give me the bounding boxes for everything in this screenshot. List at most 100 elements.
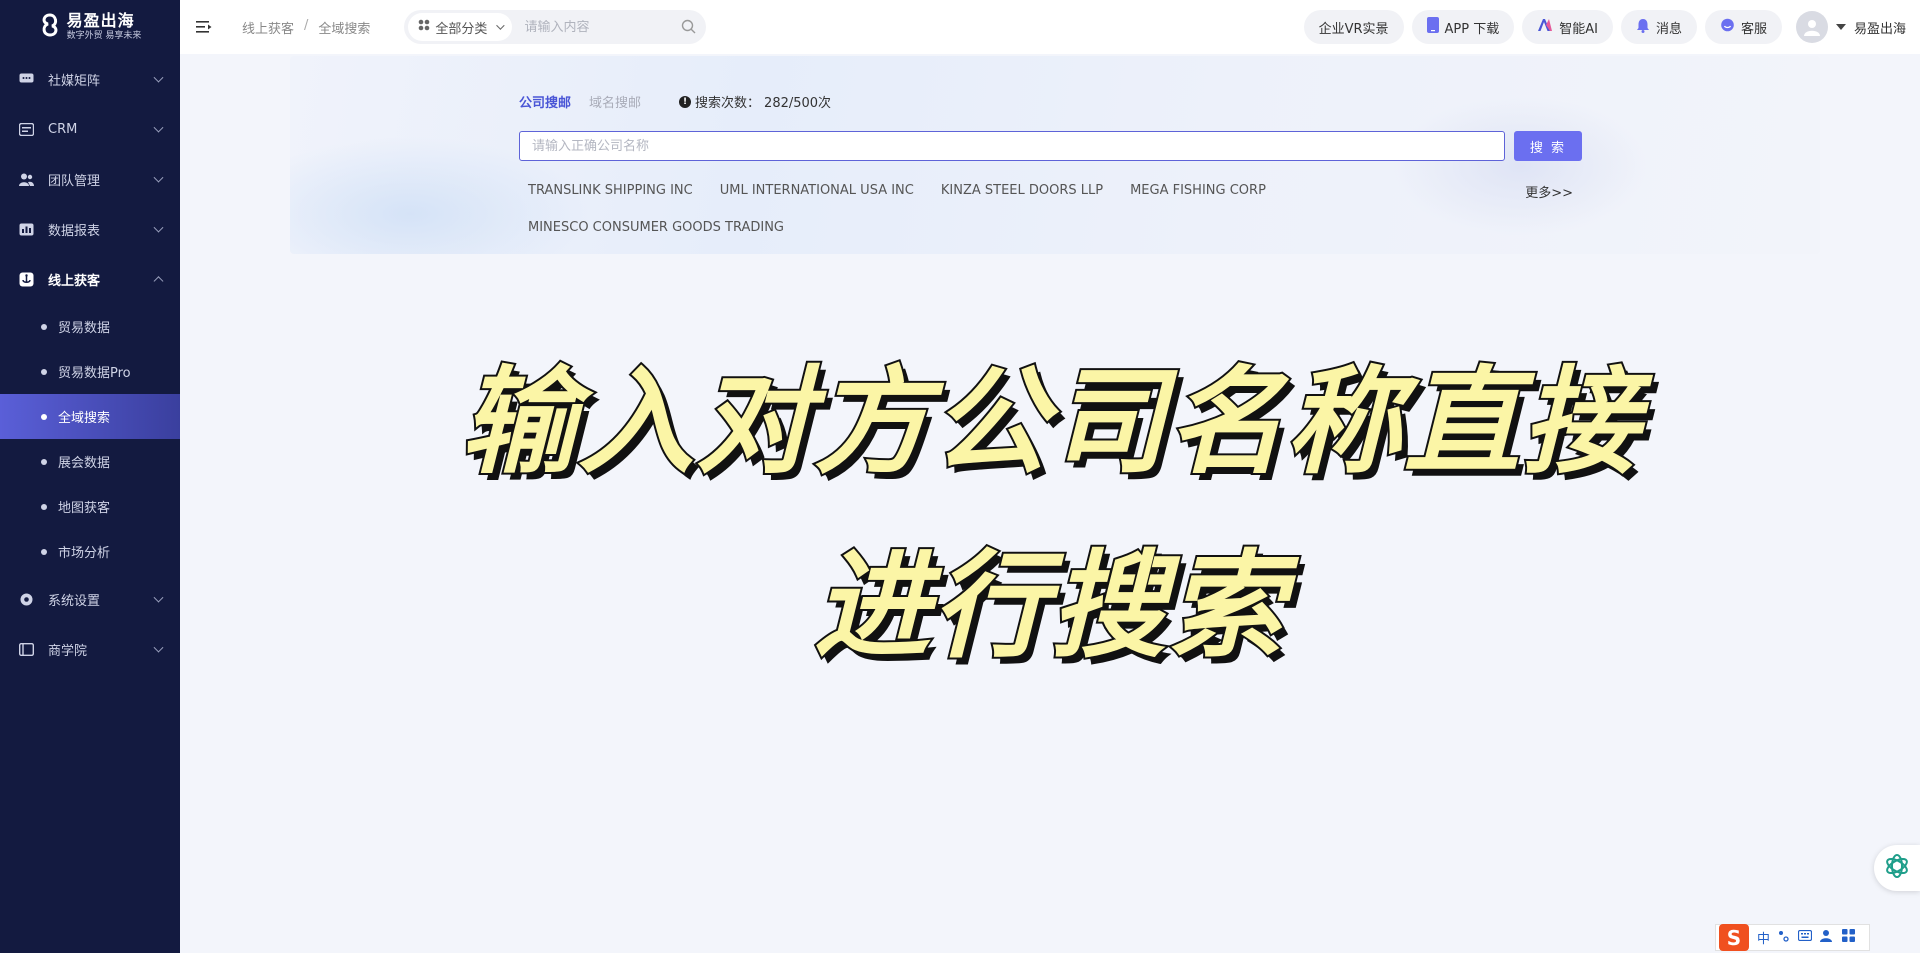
bell-icon xyxy=(1636,18,1650,37)
top-header: 线上获客 / 全域搜索 全部分类 企业VR实景 APP 下载 xyxy=(180,0,1920,54)
sidebar-item-reports[interactable]: 数据报表 xyxy=(0,204,180,254)
phone-icon xyxy=(1426,17,1439,37)
messages-button[interactable]: 消息 xyxy=(1620,10,1697,44)
sidebar-item-crm[interactable]: CRM xyxy=(0,104,180,154)
suggestion-item[interactable]: MEGA FISHING CORP xyxy=(1121,183,1275,198)
header-search-input[interactable] xyxy=(524,19,675,35)
sidebar-item-label: 商学院 xyxy=(48,643,88,659)
sidebar-subitem-label: 展会数据 xyxy=(58,456,111,471)
chevron-down-icon xyxy=(153,172,164,183)
sidebar-item-label: CRM xyxy=(48,121,78,137)
search-icon[interactable] xyxy=(681,19,696,38)
vr-button-label: 企业VR实景 xyxy=(1318,21,1389,37)
category-select[interactable]: 全部分类 xyxy=(408,13,513,41)
more-suggestions-link[interactable]: 更多>> xyxy=(1525,182,1573,201)
search-button[interactable]: 搜 索 xyxy=(1514,131,1582,161)
info-icon: ! xyxy=(679,95,692,108)
sidebar-item-label: 团队管理 xyxy=(48,173,101,189)
sidebar-item-label: 数据报表 xyxy=(48,223,101,239)
sidebar-item-label: 系统设置 xyxy=(48,593,101,609)
ai-button-label: 智能AI xyxy=(1559,21,1598,37)
ai-logo-icon xyxy=(1537,18,1553,36)
chevron-up-icon xyxy=(153,276,164,287)
sidebar-item-label: 社媒矩阵 xyxy=(48,73,101,89)
ai-assistant-float-button[interactable] xyxy=(1874,845,1920,891)
sidebar-item-academy[interactable]: 商学院 xyxy=(0,624,180,674)
sidebar-subitem-label: 全域搜索 xyxy=(58,411,111,426)
caption-line-2: 进行搜索 xyxy=(812,537,1286,676)
quota-label: 搜索次数： xyxy=(695,96,761,111)
suggestion-item[interactable]: UML INTERNATIONAL USA INC xyxy=(711,183,923,198)
sidebar-subitem-label: 地图获客 xyxy=(58,501,111,516)
chevron-down-icon xyxy=(153,592,164,603)
sidebar-item-settings[interactable]: 系统设置 xyxy=(0,574,180,624)
book-icon xyxy=(18,642,34,656)
breadcrumb-separator: / xyxy=(304,17,309,33)
bullet-icon xyxy=(41,503,47,510)
username: 易盈出海 xyxy=(1853,21,1906,37)
anchor-icon xyxy=(18,272,34,286)
sidebar-subitem-map-leads[interactable]: 地图获客 xyxy=(0,484,180,529)
sidebar-subitem-label: 市场分析 xyxy=(58,546,111,561)
user-profile-icon[interactable] xyxy=(1820,929,1834,946)
customer-service-button[interactable]: 客服 xyxy=(1704,10,1782,44)
sidebar-subitem-label: 贸易数据 xyxy=(58,321,111,336)
search-mode-tabs: 公司搜邮 域名搜邮 ! 搜索次数： 282/500次 xyxy=(519,92,831,111)
suggestion-list: TRANSLINK SHIPPING INC UML INTERNATIONAL… xyxy=(519,172,1579,246)
company-name-input[interactable] xyxy=(519,131,1505,161)
grid-icon xyxy=(418,19,430,35)
chevron-down-icon xyxy=(496,21,506,30)
ime-mode-toggle[interactable]: 中 xyxy=(1757,928,1770,947)
user-menu[interactable]: 易盈出海 xyxy=(1790,11,1906,43)
service-label: 客服 xyxy=(1740,21,1767,37)
ime-toolbar: S 中 xyxy=(1715,924,1870,951)
app-download-button[interactable]: APP 下载 xyxy=(1411,10,1515,44)
sidebar-item-social[interactable]: 社媒矩阵 xyxy=(0,54,180,104)
sidebar-subitem-label: 贸易数据Pro xyxy=(58,366,131,381)
bullet-icon xyxy=(41,458,47,465)
avatar xyxy=(1795,11,1828,43)
menu-collapse-icon[interactable] xyxy=(196,20,212,34)
tab-domain-email[interactable]: 域名搜邮 xyxy=(589,92,641,111)
suggestion-item[interactable]: TRANSLINK SHIPPING INC xyxy=(519,183,702,198)
vr-showcase-button[interactable]: 企业VR实景 xyxy=(1303,10,1404,44)
chevron-down-icon xyxy=(153,642,164,653)
caption-line-1: 输入对方公司名称直接 xyxy=(458,353,1640,492)
sidebar-item-label: 线上获客 xyxy=(48,273,101,289)
bullet-icon xyxy=(41,548,47,555)
tab-company-email[interactable]: 公司搜邮 xyxy=(519,92,571,111)
logo[interactable]: 易盈出海 数字外贸 易享未来 xyxy=(0,0,180,54)
breadcrumb-item[interactable]: 线上获客 xyxy=(242,18,294,37)
logo-icon xyxy=(39,13,61,41)
suggestion-item[interactable]: MINESCO CONSUMER GOODS TRADING xyxy=(519,220,793,235)
support-chat-icon xyxy=(1720,18,1735,36)
sidebar-subitem-global-search[interactable]: 全域搜索 xyxy=(0,394,180,439)
punctuation-icon[interactable] xyxy=(1778,930,1790,946)
team-icon xyxy=(18,172,34,186)
app-button-label: APP 下载 xyxy=(1444,21,1500,37)
sidebar-subitem-trade-data[interactable]: 贸易数据 xyxy=(0,304,180,349)
chevron-down-icon xyxy=(153,122,164,133)
quota-value: 282/500次 xyxy=(764,96,832,111)
sogou-logo-icon[interactable]: S xyxy=(1719,924,1749,951)
breadcrumb-item-current: 全域搜索 xyxy=(318,21,371,37)
openai-icon xyxy=(1883,852,1911,884)
bullet-icon xyxy=(41,413,47,420)
smart-ai-button[interactable]: 智能AI xyxy=(1522,10,1613,44)
suggestion-item[interactable]: KINZA STEEL DOORS LLP xyxy=(932,183,1112,198)
bullet-icon xyxy=(41,323,47,330)
global-search-bar: 全部分类 xyxy=(404,10,707,44)
search-quota: ! 搜索次数： 282/500次 xyxy=(679,92,831,111)
sidebar-subitem-expo-data[interactable]: 展会数据 xyxy=(0,439,180,484)
sidebar-subitem-market-analysis[interactable]: 市场分析 xyxy=(0,529,180,574)
sidebar-subitem-trade-data-pro[interactable]: 贸易数据Pro xyxy=(0,349,180,394)
category-label: 全部分类 xyxy=(435,21,488,37)
sidebar-item-acquisition[interactable]: 线上获客 xyxy=(0,254,180,304)
sidebar: 易盈出海 数字外贸 易享未来 社媒矩阵 CRM 团队管理 数据报表 线上获客 贸… xyxy=(0,0,180,953)
sidebar-item-team[interactable]: 团队管理 xyxy=(0,154,180,204)
chevron-down-icon xyxy=(153,222,164,233)
keyboard-icon[interactable] xyxy=(1797,929,1813,945)
crm-icon xyxy=(18,122,34,136)
logo-subtitle: 数字外贸 易享未来 xyxy=(66,31,142,41)
toolbox-icon[interactable] xyxy=(1842,929,1856,946)
